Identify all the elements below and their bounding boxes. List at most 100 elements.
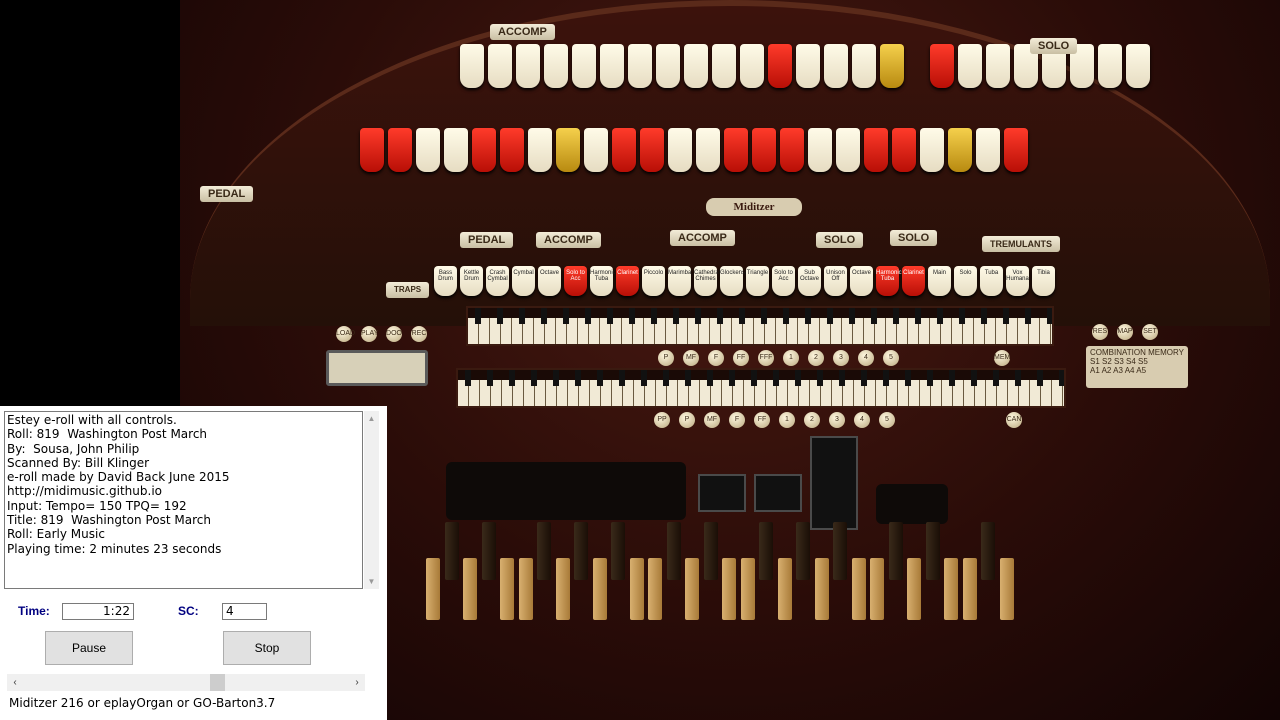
- stop-tab[interactable]: [360, 128, 384, 172]
- pedal-key[interactable]: [648, 558, 662, 620]
- stop-button[interactable]: Stop: [223, 631, 311, 665]
- load-button[interactable]: LOAD: [336, 326, 355, 342]
- pedal-key[interactable]: [722, 558, 736, 620]
- pedal-key[interactable]: [537, 522, 551, 580]
- pedal-key[interactable]: [925, 522, 940, 580]
- pedal-key[interactable]: [555, 558, 570, 620]
- stop-tab[interactable]: [880, 44, 904, 88]
- stop-tab[interactable]: [600, 44, 624, 88]
- pedal-key[interactable]: [777, 558, 792, 620]
- stop-tab[interactable]: [796, 44, 820, 88]
- pedal-key[interactable]: [759, 522, 773, 580]
- pedal-key[interactable]: [907, 558, 921, 620]
- black-keys[interactable]: [458, 370, 1064, 386]
- stop-tab[interactable]: [640, 128, 664, 172]
- pedal-key[interactable]: [592, 558, 607, 620]
- pedal-key[interactable]: [814, 558, 829, 620]
- pedal-key[interactable]: [740, 558, 755, 620]
- swell-shoe-middle[interactable]: [754, 474, 802, 512]
- stop-tab[interactable]: [930, 44, 954, 88]
- piston-button[interactable]: MF: [704, 412, 720, 428]
- trap-stop-tab[interactable]: Solo to Acc: [772, 266, 795, 296]
- piston-button[interactable]: 1: [783, 350, 799, 366]
- trap-stop-tab[interactable]: Octave: [538, 266, 561, 296]
- stop-tab[interactable]: [986, 44, 1010, 88]
- pedal-key[interactable]: [574, 522, 588, 580]
- trap-stop-tab[interactable]: Bass Drum: [434, 266, 457, 296]
- scroll-left-arrow-icon[interactable]: ‹: [7, 674, 23, 691]
- trap-stop-tab[interactable]: Marimba: [668, 266, 691, 296]
- stop-tab[interactable]: [724, 128, 748, 172]
- stop-tab[interactable]: [740, 44, 764, 88]
- stop-tab[interactable]: [920, 128, 944, 172]
- black-keys[interactable]: [468, 308, 1052, 324]
- piston-button[interactable]: 4: [858, 350, 874, 366]
- stop-tab[interactable]: [556, 128, 580, 172]
- stop-tab[interactable]: [1004, 128, 1028, 172]
- piston-button[interactable]: F: [708, 350, 724, 366]
- pedal-key[interactable]: [703, 522, 718, 580]
- stop-tab[interactable]: [824, 44, 848, 88]
- trap-stop-tab[interactable]: Cathedral Chimes: [694, 266, 720, 296]
- stop-tab[interactable]: [780, 128, 804, 172]
- piston-button[interactable]: 3: [829, 412, 845, 428]
- playback-position-scrollbar[interactable]: ‹ ›: [7, 674, 365, 691]
- piston-button[interactable]: 2: [804, 412, 820, 428]
- trap-stop-tab[interactable]: Tuba: [980, 266, 1003, 296]
- stop-tab[interactable]: [948, 128, 972, 172]
- stop-tab[interactable]: [528, 128, 552, 172]
- stop-tab[interactable]: [1126, 44, 1150, 88]
- stop-tab[interactable]: [388, 128, 412, 172]
- trap-stop-tab[interactable]: Kettle Drum: [460, 266, 483, 296]
- stop-tab[interactable]: [500, 128, 524, 172]
- toe-studs-left[interactable]: [446, 462, 686, 520]
- stop-tab[interactable]: [1098, 44, 1122, 88]
- stop-tab[interactable]: [836, 128, 860, 172]
- pedal-key[interactable]: [500, 558, 514, 620]
- stop-tab[interactable]: [976, 128, 1000, 172]
- piston-button[interactable]: F: [729, 412, 745, 428]
- pedal-key[interactable]: [833, 522, 847, 580]
- trap-stop-tab[interactable]: Piccolo: [642, 266, 665, 296]
- piston-button[interactable]: 2: [808, 350, 824, 366]
- map-button[interactable]: MAP: [1117, 324, 1133, 340]
- scroll-thumb[interactable]: [209, 674, 225, 691]
- mem-button[interactable]: MEM: [994, 350, 1010, 366]
- stop-tab[interactable]: [864, 128, 888, 172]
- accomp-manual-keyboard[interactable]: [456, 368, 1066, 408]
- piston-button[interactable]: 4: [854, 412, 870, 428]
- stop-tab[interactable]: [612, 128, 636, 172]
- scroll-down-arrow-icon[interactable]: ▼: [364, 574, 379, 589]
- scroll-right-arrow-icon[interactable]: ›: [349, 674, 365, 691]
- piston-button[interactable]: 3: [833, 350, 849, 366]
- trap-stop-tab[interactable]: Solo: [954, 266, 977, 296]
- piston-button[interactable]: FF: [754, 412, 770, 428]
- stop-tab[interactable]: [852, 44, 876, 88]
- roll-info-textbox[interactable]: Estey e-roll with all controls. Roll: 819…: [4, 411, 363, 589]
- pedal-key[interactable]: [481, 522, 496, 580]
- stop-tab[interactable]: [808, 128, 832, 172]
- trap-stop-tab[interactable]: Octave: [850, 266, 873, 296]
- pedal-key[interactable]: [518, 558, 533, 620]
- toe-studs-right[interactable]: [876, 484, 948, 524]
- stop-tab[interactable]: [416, 128, 440, 172]
- piston-button[interactable]: PP: [654, 412, 670, 428]
- stop-tab[interactable]: [628, 44, 652, 88]
- pedal-key[interactable]: [851, 558, 866, 620]
- trap-stop-tab[interactable]: Solo to Acc: [564, 266, 587, 296]
- stop-tab[interactable]: [958, 44, 982, 88]
- stop-tab[interactable]: [668, 128, 692, 172]
- pedal-key[interactable]: [463, 558, 477, 620]
- pedal-key[interactable]: [870, 558, 884, 620]
- piston-button[interactable]: MF: [683, 350, 699, 366]
- trap-stop-tab[interactable]: Sub Octave: [798, 266, 821, 296]
- pedal-key[interactable]: [629, 558, 644, 620]
- stop-tab[interactable]: [752, 128, 776, 172]
- solo-manual-keyboard[interactable]: [466, 306, 1054, 346]
- pedal-key[interactable]: [944, 558, 958, 620]
- can-button[interactable]: CAN: [1006, 412, 1022, 428]
- rec-button[interactable]: REC: [411, 326, 427, 342]
- pause-button[interactable]: Pause: [45, 631, 133, 665]
- pedal-key[interactable]: [444, 522, 459, 580]
- pedal-key[interactable]: [666, 522, 681, 580]
